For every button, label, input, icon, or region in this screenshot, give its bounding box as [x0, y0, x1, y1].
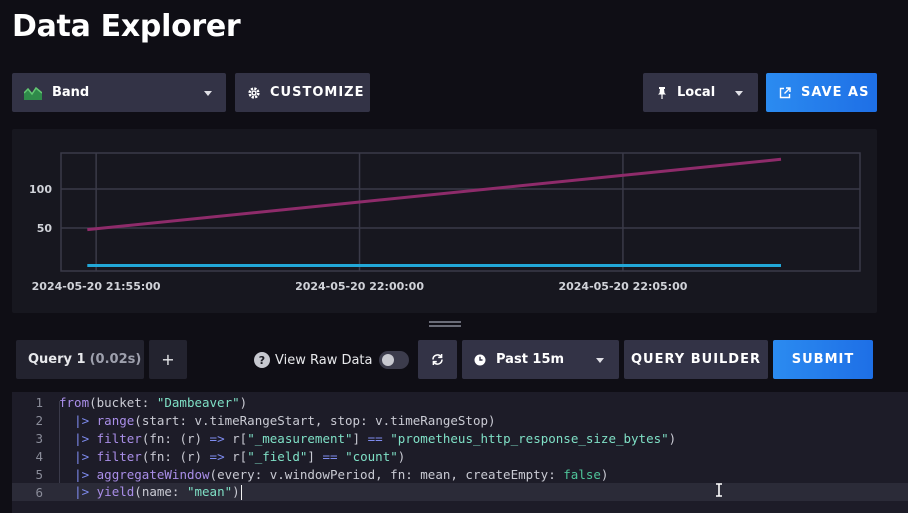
page-title: Data Explorer: [12, 9, 241, 44]
x-tick-label: 2024-05-20 22:05:00: [558, 280, 687, 293]
submit-button[interactable]: SUBMIT: [773, 340, 873, 379]
line-number: 6: [35, 484, 43, 500]
band-chart[interactable]: 100 50 2024-05-20 21:55:00 2024-05-20 22:00…: [12, 129, 877, 313]
customize-button[interactable]: CUSTOMIZE: [235, 73, 370, 112]
code-line[interactable]: 6 |> yield(name: "mean"): [12, 483, 908, 501]
external-link-icon: [779, 86, 791, 98]
resize-handle[interactable]: [429, 321, 461, 328]
line-number: 5: [35, 466, 43, 482]
help-icon[interactable]: ?: [254, 352, 270, 368]
timezone-label: Local: [677, 85, 716, 100]
plot-border: [60, 152, 861, 272]
code-text: |> yield(name: "mean"): [59, 484, 243, 500]
query-tab-name: Query 1: [28, 352, 86, 367]
graph-type-dropdown[interactable]: Band: [12, 73, 226, 112]
query-tab-duration: (0.02s): [89, 352, 142, 367]
code-line[interactable]: 1 from(bucket: "Dambeaver"): [12, 393, 908, 411]
series-line-1: [87, 157, 782, 232]
code-text: |> range(start: v.timeRangeStart, stop: …: [74, 412, 496, 428]
view-raw-data-label: View Raw Data: [275, 352, 373, 368]
line-number: 1: [35, 394, 43, 410]
code-text: |> aggregateWindow(every: v.windowPeriod…: [74, 466, 609, 482]
add-query-button[interactable]: +: [149, 340, 187, 379]
y-tick-label: 100: [29, 183, 52, 196]
line-number: 4: [35, 448, 43, 464]
time-range-label: Past 15m: [496, 352, 565, 367]
view-raw-data-switch[interactable]: [378, 351, 409, 369]
code-text: |> filter(fn: (r) => r["_measurement"] =…: [74, 430, 677, 446]
gear-icon: [248, 86, 260, 99]
query-tab[interactable]: Query 1 (0.02s): [16, 340, 144, 379]
text-cursor: [240, 485, 243, 500]
save-as-button[interactable]: SAVE AS: [766, 73, 877, 112]
x-tick-label: 2024-05-20 22:00:00: [295, 280, 424, 293]
flux-script-editor[interactable]: 1 from(bucket: "Dambeaver") 2 |> range(sta…: [12, 392, 908, 513]
pin-icon: [658, 86, 666, 99]
band-chart-icon: [24, 86, 42, 100]
chevron-down-icon: [596, 358, 604, 363]
clock-icon: [474, 354, 486, 365]
time-range-dropdown[interactable]: Past 15m: [462, 340, 619, 379]
chevron-down-icon: [204, 91, 212, 96]
switch-knob: [381, 354, 394, 366]
graph-panel[interactable]: 100 50 2024-05-20 21:55:00 2024-05-20 22:00…: [12, 129, 877, 313]
line-number: 2: [35, 412, 43, 428]
code-line[interactable]: 5 |> aggregateWindow(every: v.windowPeri…: [12, 465, 908, 483]
code-line[interactable]: 4 |> filter(fn: (r) => r["_field"] == "c…: [12, 447, 908, 465]
code-text: |> filter(fn: (r) => r["_field"] == "cou…: [74, 448, 406, 464]
text-cursor-icon: [716, 483, 722, 497]
refresh-button[interactable]: [418, 340, 457, 379]
graph-type-label: Band: [52, 85, 90, 100]
code-line[interactable]: 3 |> filter(fn: (r) => r["_measurement"]…: [12, 429, 908, 447]
line-number: 3: [35, 430, 43, 446]
y-tick-label: 50: [37, 222, 53, 235]
code-line[interactable]: 2 |> range(start: v.timeRangeStart, stop…: [12, 411, 908, 429]
timezone-dropdown[interactable]: Local: [643, 73, 758, 112]
view-raw-data-toggle[interactable]: ? View Raw Data: [254, 350, 409, 370]
x-tick-label: 2024-05-20 21:55:00: [32, 280, 161, 293]
customize-label: CUSTOMIZE: [270, 85, 365, 100]
save-as-label: SAVE AS: [801, 85, 870, 100]
refresh-icon: [432, 354, 443, 365]
chevron-down-icon: [735, 91, 743, 96]
query-builder-button[interactable]: QUERY BUILDER: [624, 340, 768, 379]
code-text: from(bucket: "Dambeaver"): [59, 394, 248, 410]
